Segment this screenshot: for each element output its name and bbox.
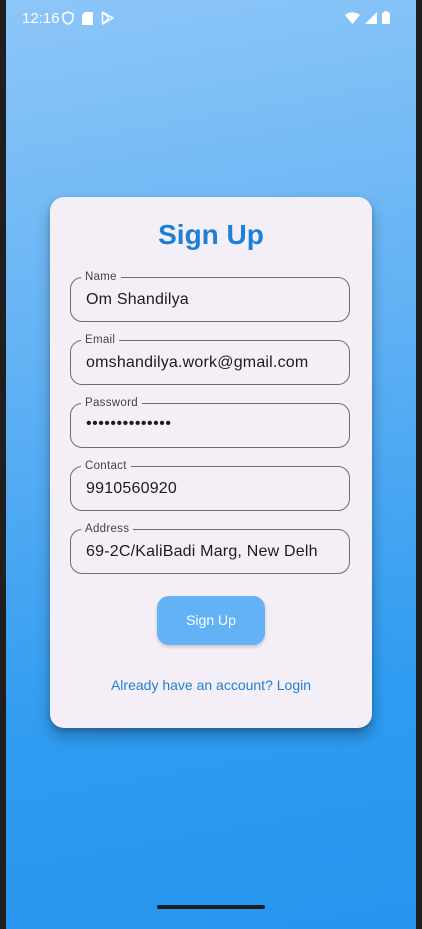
page-title: Sign Up: [158, 219, 264, 250]
name-field[interactable]: Name Om Shandilya: [70, 270, 350, 322]
status-bar: 12:16: [6, 0, 416, 36]
play-store-icon: [101, 11, 114, 25]
status-icons-right: [345, 11, 390, 24]
name-field-label: Name: [81, 270, 121, 284]
signup-card: Sign Up Name Om Shandilya Email omshandi…: [50, 197, 372, 728]
address-field[interactable]: Address 69-2C/KaliBadi Marg, New Delh: [70, 522, 350, 574]
battery-icon: [382, 11, 390, 24]
home-indicator[interactable]: [157, 905, 265, 909]
email-field-label: Email: [81, 333, 120, 347]
address-field-value[interactable]: 69-2C/KaliBadi Marg, New Delh: [86, 543, 341, 561]
app-screen: 12:16 Sign Up Name Om Shandilya Email om…: [6, 0, 416, 929]
address-field-label: Address: [81, 522, 134, 536]
login-link[interactable]: Already have an account? Login: [50, 677, 372, 693]
email-field-value[interactable]: omshandilya.work@gmail.com: [86, 354, 341, 372]
email-field[interactable]: Email omshandilya.work@gmail.com: [70, 333, 350, 385]
status-icons-left: [62, 11, 114, 25]
contact-field[interactable]: Contact 9910560920: [70, 459, 350, 511]
contact-field-value[interactable]: 9910560920: [86, 480, 341, 498]
sign-up-button[interactable]: Sign Up: [157, 596, 265, 645]
name-field-value[interactable]: Om Shandilya: [86, 291, 341, 309]
wifi-icon: [345, 11, 360, 24]
password-field-value[interactable]: ••••••••••••••: [86, 415, 341, 433]
password-field-label: Password: [81, 396, 142, 410]
status-time: 12:16: [22, 10, 60, 27]
password-field[interactable]: Password ••••••••••••••: [70, 396, 350, 448]
signal-icon: [365, 11, 377, 24]
contact-field-label: Contact: [81, 459, 131, 473]
sd-card-icon: [82, 11, 93, 25]
shield-icon: [62, 11, 74, 25]
